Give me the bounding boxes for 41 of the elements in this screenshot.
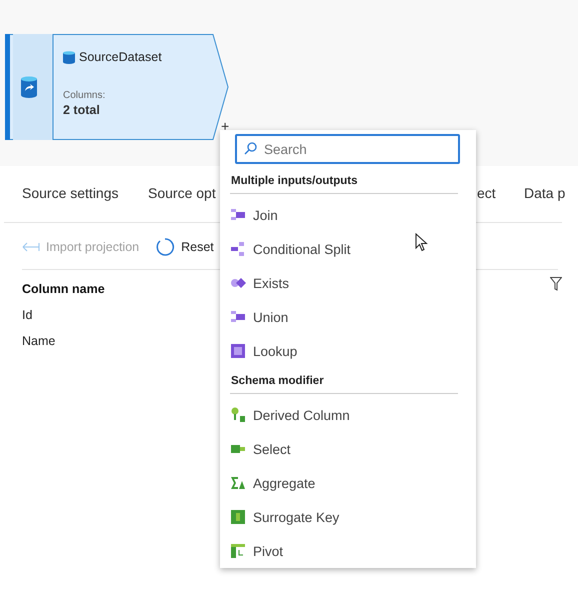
menu-item[interactable]: Lookup	[230, 334, 466, 368]
toolbar-button[interactable]: Reset	[155, 237, 214, 257]
menu-item[interactable]: Exists	[230, 266, 466, 300]
transform-icon	[230, 509, 246, 525]
menu-item[interactable]: Derived Column	[230, 398, 466, 432]
transform-icon	[230, 207, 246, 223]
search-field[interactable]: Search	[235, 134, 460, 164]
tab[interactable]: Source opt	[148, 185, 216, 201]
transform-icon	[230, 309, 246, 325]
arrow-icon	[22, 242, 40, 252]
tab[interactable]: ect	[477, 185, 496, 201]
menu-item[interactable]: Select	[230, 432, 466, 466]
columns-count: 2 total	[63, 103, 101, 117]
transform-icon	[230, 241, 246, 257]
transform-icon	[230, 407, 246, 423]
menu-item[interactable]: Surrogate Key	[230, 500, 466, 534]
section-header: Schema modifier	[230, 372, 458, 394]
dataset-icon	[63, 50, 75, 64]
cursor-icon	[415, 233, 428, 252]
transform-icon	[230, 543, 246, 559]
transform-icon	[230, 343, 246, 359]
transform-icon	[230, 275, 246, 291]
node-title: SourceDataset	[79, 50, 162, 64]
transform-icon	[230, 475, 246, 491]
database-icon	[20, 76, 38, 98]
menu-item[interactable]: Join	[230, 198, 466, 232]
tab[interactable]: Data p	[524, 185, 566, 201]
section-header: Multiple inputs/outputs	[230, 172, 458, 194]
column-header: Column name	[22, 282, 105, 296]
table-cell: Id	[22, 308, 32, 322]
tab[interactable]: Source settings	[22, 185, 118, 201]
table-cell: Name	[22, 334, 56, 348]
node-background[interactable]	[5, 34, 229, 140]
filter-icon[interactable]	[550, 277, 562, 291]
columns-label: Columns:	[63, 90, 106, 101]
menu-item[interactable]: Union	[230, 300, 466, 334]
add-button[interactable]: +	[221, 118, 230, 134]
menu-item[interactable]: Conditional Split	[230, 232, 466, 266]
menu-item[interactable]: Pivot	[230, 534, 466, 568]
refresh-icon	[155, 237, 176, 257]
menu-item[interactable]: Aggregate	[230, 466, 466, 500]
